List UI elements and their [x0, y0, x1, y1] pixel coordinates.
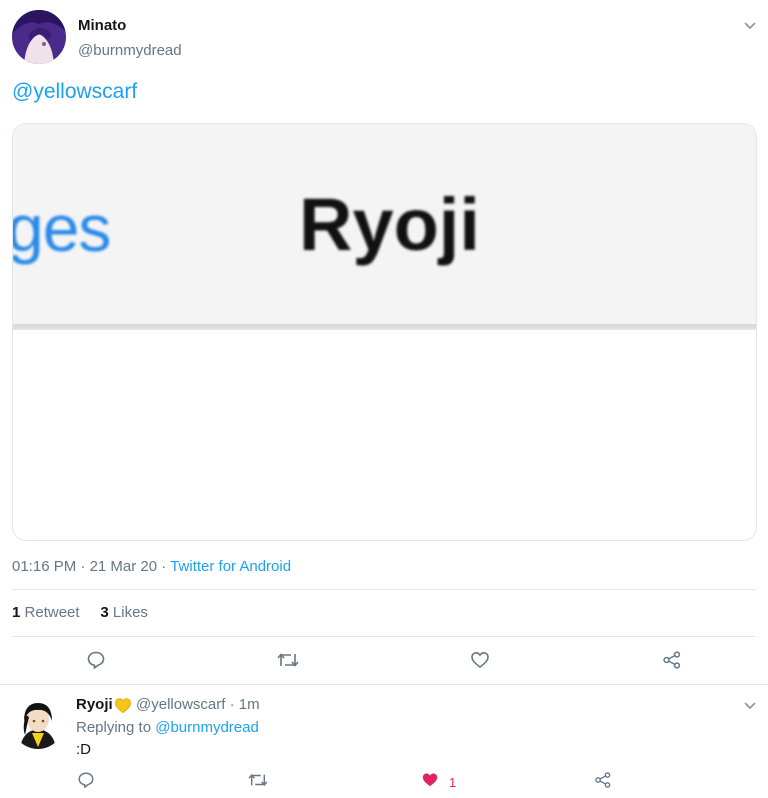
- media-text-title: Ryoji: [299, 183, 480, 266]
- replying-to-handle-link[interactable]: @burnmydread: [155, 719, 259, 736]
- tweet-media-image[interactable]: ges Ryoji: [12, 123, 757, 541]
- share-button[interactable]: [662, 650, 682, 675]
- author-name[interactable]: Minato: [78, 17, 126, 34]
- tweet-stats: 1 Retweet 3 Likes: [12, 604, 148, 621]
- retweet-icon: [276, 650, 300, 675]
- retweet-label: Retweet: [24, 604, 80, 621]
- author-handle[interactable]: @burnmydread: [78, 42, 182, 59]
- tweet-metadata: 01:16 PM · 21 Mar 20 · Twitter for Andro…: [12, 558, 291, 575]
- tweet-source-link[interactable]: Twitter for Android: [170, 558, 291, 575]
- share-icon: [662, 650, 682, 675]
- likes-stat[interactable]: 3 Likes: [100, 604, 148, 621]
- reply-time: · 1m: [229, 696, 260, 713]
- replying-to-label: Replying to: [76, 719, 152, 736]
- likes-label: Likes: [112, 604, 148, 621]
- divider: [0, 684, 768, 685]
- author-avatar[interactable]: [12, 10, 66, 64]
- retweet-button[interactable]: [276, 650, 300, 675]
- reply-share-button[interactable]: [594, 771, 612, 794]
- reply-reply-button[interactable]: [77, 771, 95, 794]
- retweet-stat[interactable]: 1 Retweet: [12, 604, 80, 621]
- reply-text: :D: [76, 741, 91, 758]
- heart-icon: [470, 650, 490, 675]
- tweet-date: 21 Mar 20: [89, 558, 158, 575]
- divider: [12, 636, 755, 637]
- meta-separator: ·: [80, 558, 86, 575]
- divider: [12, 589, 755, 590]
- reply-author-avatar[interactable]: [12, 697, 64, 749]
- media-divider-line: [13, 324, 756, 330]
- tweet-mention-link[interactable]: @yellowscarf: [12, 80, 137, 104]
- chevron-down-icon[interactable]: [743, 698, 757, 716]
- yellow-heart-icon: [114, 697, 132, 719]
- like-button[interactable]: [470, 650, 490, 675]
- tweet-time: 01:16 PM: [12, 558, 77, 575]
- reply-author-name[interactable]: Ryoji: [76, 696, 113, 713]
- reply-button[interactable]: [86, 650, 106, 675]
- heart-icon: [421, 771, 439, 794]
- meta-separator: ·: [161, 558, 167, 575]
- reply-meta: @yellowscarf · 1m: [136, 696, 260, 713]
- reply-like-count: 1: [449, 775, 457, 790]
- reply-icon: [77, 771, 95, 794]
- share-icon: [594, 771, 612, 794]
- replying-to-line: Replying to @burnmydread: [76, 719, 259, 736]
- reply-retweet-button[interactable]: [247, 771, 269, 794]
- retweet-count: 1: [12, 604, 21, 621]
- reply-icon: [86, 650, 106, 675]
- like-count: 3: [100, 604, 109, 621]
- chevron-down-icon[interactable]: [743, 18, 757, 36]
- media-text-fragment: ges: [12, 191, 111, 265]
- reply-like-button[interactable]: 1: [421, 771, 456, 794]
- reply-author-handle[interactable]: @yellowscarf: [136, 696, 225, 713]
- retweet-icon: [247, 771, 269, 794]
